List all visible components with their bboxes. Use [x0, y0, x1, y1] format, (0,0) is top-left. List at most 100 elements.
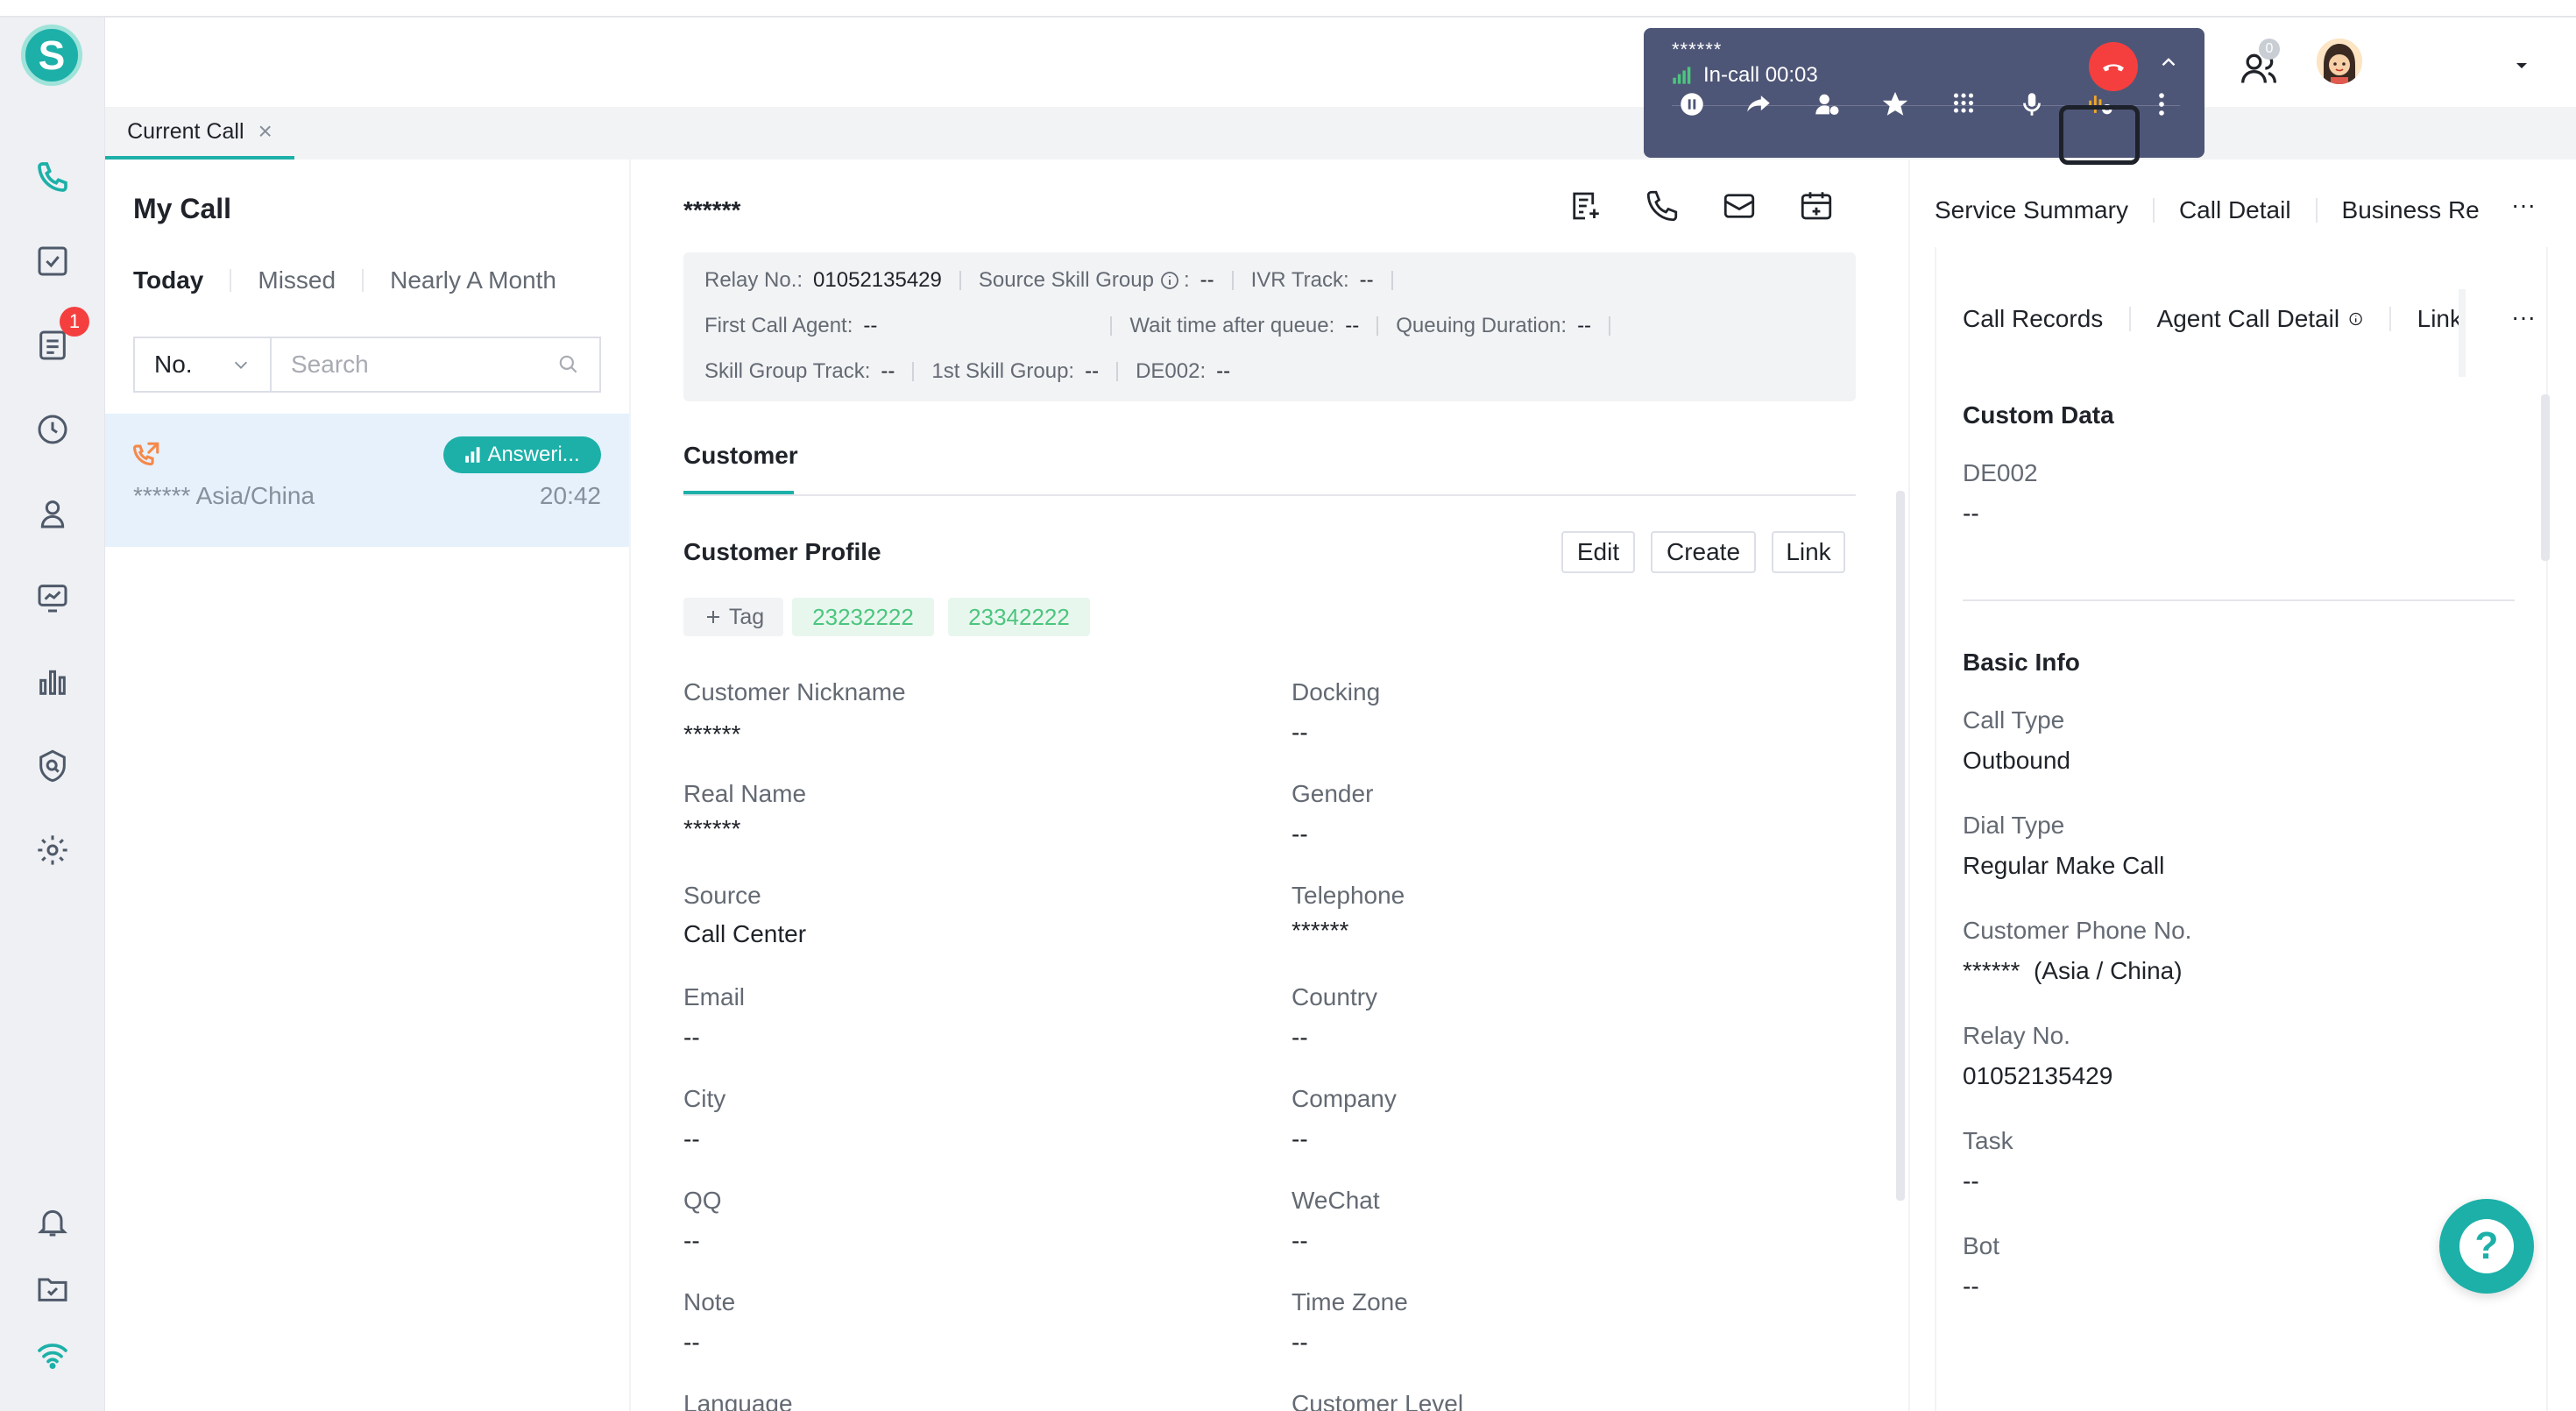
chevron-down-icon: [234, 361, 248, 369]
search-type-select[interactable]: No.: [133, 337, 272, 393]
tab-current-call[interactable]: Current Call ×: [105, 107, 294, 160]
tab-service-summary[interactable]: Service Summary: [1935, 196, 2128, 224]
field-value: Outbound: [1963, 747, 2070, 774]
settings-gear-icon[interactable]: [33, 831, 72, 869]
wait-time-value: --: [1345, 314, 1360, 337]
schedule-calendar-icon[interactable]: [1798, 188, 1835, 224]
source-skill-group-label: Source Skill Group: [978, 268, 1154, 292]
relay-no-value: 01052135429: [813, 268, 942, 292]
field-label: City: [683, 1085, 726, 1112]
help-button[interactable]: ?: [2439, 1199, 2534, 1294]
right-scrollbar[interactable]: [2541, 394, 2550, 561]
info-icon[interactable]: [2348, 307, 2363, 331]
bell-icon[interactable]: [33, 1202, 72, 1241]
ivr-track-label: IVR Track:: [1250, 268, 1349, 292]
search-input[interactable]: Search: [272, 337, 601, 393]
customer-number: ******: [683, 196, 741, 223]
field-label: Relay No.: [1963, 1022, 2070, 1049]
microphone-icon[interactable]: [2012, 84, 2052, 124]
wait-time-label: Wait time after queue:: [1129, 314, 1335, 337]
avatar[interactable]: [2317, 39, 2362, 84]
wifi-icon: [33, 1336, 72, 1374]
phone-icon[interactable]: [33, 158, 72, 196]
subtab-call-records[interactable]: Call Records: [1963, 305, 2103, 333]
divider: [1376, 316, 1379, 336]
info-row-2: First Call Agent: -- Wait time after queu…: [704, 314, 1628, 338]
filter-nearly-a-month[interactable]: Nearly A Month: [390, 266, 556, 294]
contacts-icon[interactable]: [33, 494, 72, 533]
field-label: Bot: [1963, 1232, 2000, 1259]
call-filters: Today Missed Nearly A Month: [133, 266, 556, 294]
info-row-1: Relay No.: 01052135429 Source Skill Group…: [704, 268, 1411, 293]
email-icon[interactable]: [1721, 188, 1758, 224]
skill-group-track-label: Skill Group Track:: [704, 359, 871, 383]
call-phone-icon[interactable]: [1644, 188, 1681, 224]
first-skill-group-label: 1st Skill Group:: [931, 359, 1075, 383]
right-subtabs: Call Records Agent Call Detail Link: [1963, 305, 2462, 333]
quality-search-icon[interactable]: [33, 747, 72, 785]
tab-customer[interactable]: Customer: [683, 442, 798, 470]
link-button[interactable]: Link: [1772, 531, 1845, 573]
more-options-icon[interactable]: [2141, 84, 2182, 124]
tag-chip[interactable]: 23342222: [948, 598, 1090, 636]
filter-today[interactable]: Today: [133, 266, 203, 294]
divider: [2315, 198, 2318, 223]
window-top-edge: [0, 0, 2576, 18]
add-tag-button[interactable]: Tag: [683, 598, 783, 636]
tab-call-detail[interactable]: Call Detail: [2179, 196, 2291, 224]
collapse-callbar-icon[interactable]: [2157, 51, 2180, 74]
divider: [912, 362, 915, 381]
edit-button[interactable]: Edit: [1561, 531, 1635, 573]
task-check-icon[interactable]: [33, 242, 72, 280]
field-label: Customer Level: [1292, 1390, 1464, 1411]
monitor-chart-icon[interactable]: [33, 578, 72, 617]
hold-icon[interactable]: [1672, 84, 1712, 124]
more-subtabs-icon[interactable]: ···: [2511, 303, 2536, 331]
tab-close-icon[interactable]: ×: [258, 117, 272, 145]
star-icon[interactable]: [1875, 84, 1915, 124]
more-tabs-icon[interactable]: ···: [2511, 191, 2536, 219]
first-call-agent-value: --: [863, 314, 878, 337]
field-label: Company: [1292, 1085, 1397, 1112]
field-label: Gender: [1292, 780, 1374, 807]
field-value: --: [1292, 1227, 1308, 1254]
field-value: --: [1292, 719, 1308, 746]
add-note-icon[interactable]: [1567, 188, 1603, 224]
middle-scrollbar[interactable]: [1896, 491, 1905, 1201]
filter-missed[interactable]: Missed: [258, 266, 336, 294]
history-clock-icon[interactable]: [33, 410, 72, 449]
app-logo[interactable]: S: [21, 25, 82, 86]
first-call-agent-label: First Call Agent:: [704, 314, 853, 337]
field-value: --: [1963, 1273, 1979, 1300]
focus-highlight: [2059, 105, 2140, 165]
search-icon: [559, 355, 577, 373]
field-value: --: [683, 1125, 700, 1152]
de002-label: DE002:: [1136, 359, 1207, 383]
agents-badge: 0: [2259, 39, 2280, 60]
bar-chart-icon[interactable]: [33, 663, 72, 701]
tab-business-records[interactable]: Business Re: [2342, 196, 2480, 224]
consult-agent-icon[interactable]: [1807, 84, 1847, 124]
dialpad-icon[interactable]: [1943, 84, 1984, 124]
queuing-duration-label: Queuing Duration:: [1396, 314, 1568, 337]
answering-status-badge: Answeri...: [443, 436, 601, 473]
subtab-link[interactable]: Link: [2417, 305, 2462, 333]
tag-label: Tag: [728, 604, 765, 629]
field-label: QQ: [683, 1187, 722, 1214]
folder-check-icon[interactable]: [33, 1269, 72, 1308]
field-value: --: [1292, 1125, 1308, 1152]
call-list-item[interactable]: [105, 414, 629, 547]
divider: [1110, 316, 1113, 336]
tag-chip[interactable]: 23232222: [792, 598, 934, 636]
transfer-icon[interactable]: [1738, 84, 1779, 124]
call-number: ****** Asia/China: [133, 482, 315, 509]
field-label: Source: [683, 882, 761, 909]
divider: [1963, 599, 2515, 601]
user-menu-caret-icon[interactable]: [2511, 54, 2532, 75]
info-icon[interactable]: [1159, 270, 1180, 291]
plus-icon: [706, 611, 719, 623]
create-button[interactable]: Create: [1651, 531, 1756, 573]
basic-info-title: Basic Info: [1963, 649, 2080, 676]
subtab-agent-call-detail[interactable]: Agent Call Detail: [2157, 305, 2340, 333]
divider: [230, 269, 232, 292]
